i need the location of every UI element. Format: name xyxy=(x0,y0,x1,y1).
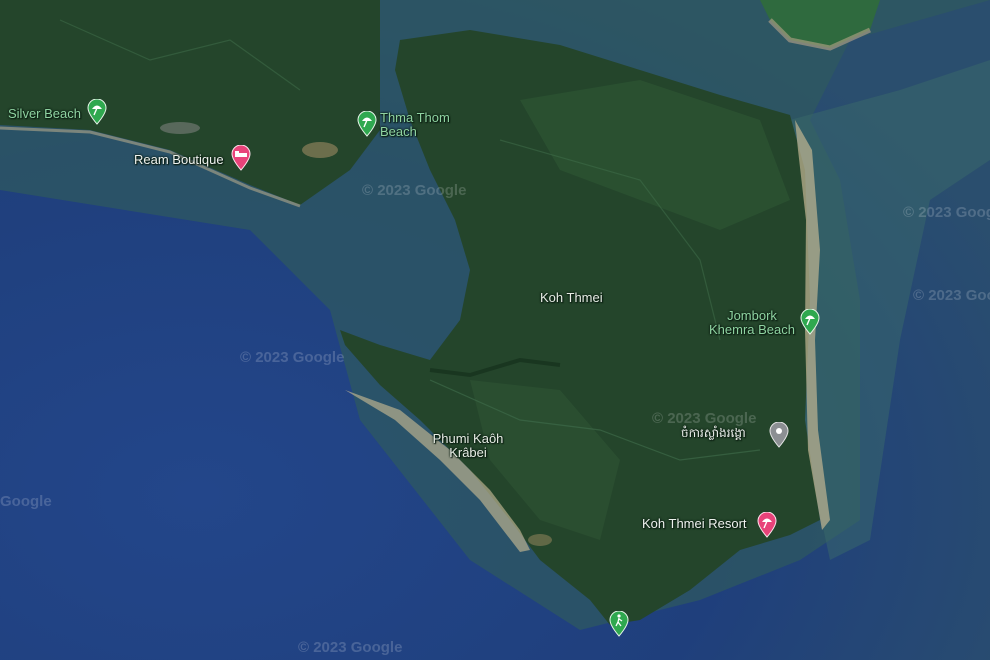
map-pin-icon[interactable] xyxy=(769,421,789,448)
poi-label-silver-beach[interactable]: Silver Beach xyxy=(8,107,81,121)
poi-label-thma-thom-beach[interactable]: Thma Thom Beach xyxy=(380,111,450,139)
satellite-imagery xyxy=(0,0,990,660)
poi-label-koh-thmei-resort[interactable]: Koh Thmei Resort xyxy=(642,517,747,531)
poi-label-line: Beach xyxy=(380,124,417,139)
beach-umbrella-icon[interactable] xyxy=(357,110,377,137)
place-label-line: Phumi Kaôh xyxy=(432,431,504,446)
place-label-koh-thmei: Koh Thmei xyxy=(540,290,603,305)
copyright-watermark: © 2023 Google xyxy=(903,204,990,221)
copyright-watermark: © 2023 Google xyxy=(913,287,990,304)
beach-umbrella-icon[interactable] xyxy=(800,308,820,335)
google-watermark: Google xyxy=(0,493,52,510)
hiking-icon[interactable] xyxy=(609,610,629,637)
place-label-phumi-kaoh-krabei: Phumi Kaôh Krâbei xyxy=(420,432,516,460)
poi-label-ream-boutique[interactable]: Ream Boutique xyxy=(134,153,224,167)
poi-label-line: Thma Thom xyxy=(380,110,450,125)
copyright-watermark: © 2023 Google xyxy=(362,182,467,199)
poi-label-line: Khemra Beach xyxy=(709,322,795,337)
copyright-watermark: © 2023 Google xyxy=(298,639,403,656)
copyright-watermark: © 2023 Google xyxy=(240,349,345,366)
hotel-bed-icon[interactable] xyxy=(231,144,251,171)
copyright-watermark: © 2023 Google xyxy=(652,410,757,427)
poi-label-jombork-khemra-beach[interactable]: Jombork Khemra Beach xyxy=(706,309,798,337)
beach-umbrella-icon[interactable] xyxy=(757,511,777,538)
map-view[interactable]: © 2023 Google © 2023 Google © 2023 Googl… xyxy=(0,0,990,660)
place-label-line: Krâbei xyxy=(449,445,487,460)
poi-label-khmer-place[interactable]: ចំការស្លាំងរង្គោ xyxy=(681,426,746,440)
beach-umbrella-icon[interactable] xyxy=(87,98,107,125)
poi-label-line: Jombork xyxy=(727,308,777,323)
